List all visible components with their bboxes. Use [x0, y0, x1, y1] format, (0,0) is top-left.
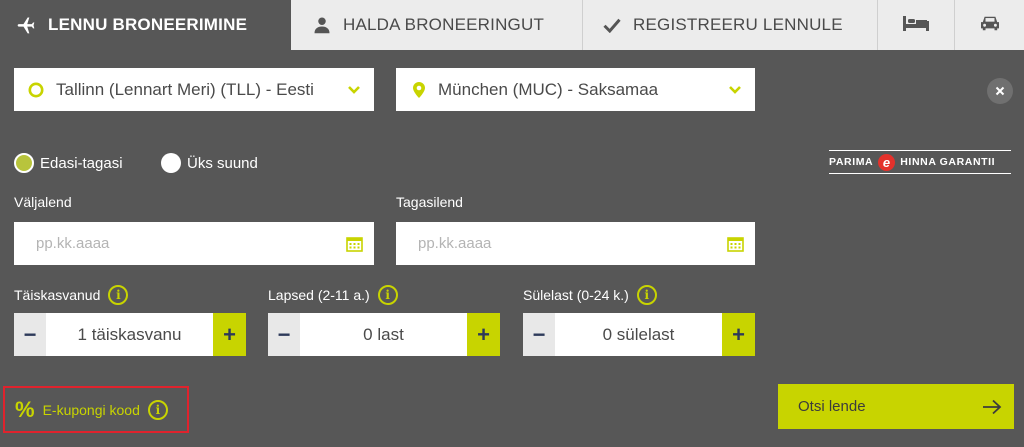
booking-tabs: LENNU BRONEERIMINE HALDA BRONEERINGUT RE… [0, 0, 1024, 50]
airplane-icon [16, 15, 36, 35]
radio-one-way[interactable]: Üks suund [161, 153, 258, 173]
tab-hotel[interactable] [878, 0, 955, 50]
origin-circle-icon [28, 82, 44, 98]
tab-book-flight-label: LENNU BRONEERIMINE [48, 15, 248, 34]
estonian-air-logo-icon: e [878, 153, 896, 171]
return-date-input[interactable]: pp.kk.aaaa [396, 222, 755, 265]
children-decrement-button[interactable]: − [268, 313, 300, 356]
info-icon[interactable]: i [108, 285, 129, 305]
calendar-icon[interactable] [334, 236, 374, 252]
return-date-label: Tagasilend [396, 194, 463, 210]
return-date-placeholder: pp.kk.aaaa [418, 235, 492, 252]
round-trip-label: Edasi-tagasi [40, 154, 123, 172]
adults-label-row: Täiskasvanud i [14, 285, 129, 305]
tab-car[interactable] [955, 0, 1024, 50]
car-icon [979, 14, 1001, 37]
info-icon[interactable]: i [147, 399, 168, 420]
adults-label: Täiskasvanud [14, 287, 101, 303]
children-increment-button[interactable]: + [467, 313, 500, 356]
radio-selected-icon [14, 153, 34, 173]
percent-icon: % [15, 396, 35, 422]
best-price-guarantee-badge: PARIMA e HINNA GARANTII [829, 147, 1011, 177]
bed-icon [902, 14, 930, 37]
one-way-label: Üks suund [187, 154, 258, 172]
tab-check-in[interactable]: REGISTREERU LENNULE [583, 0, 878, 50]
chevron-down-icon [715, 85, 755, 95]
adults-decrement-button[interactable]: − [14, 313, 46, 356]
infants-decrement-button[interactable]: − [523, 313, 555, 356]
badge-word-2: HINNA GARANTII [900, 156, 996, 168]
calendar-icon[interactable] [715, 236, 755, 252]
infants-label-row: Sülelast (0-24 k.) i [523, 285, 657, 305]
checkmark-icon [603, 17, 621, 33]
infants-label: Sülelast (0-24 k.) [523, 287, 629, 303]
badge-word-1: PARIMA [829, 156, 874, 168]
children-stepper: − 0 last + [268, 313, 500, 356]
children-value: 0 last [300, 313, 467, 356]
coupon-code-link[interactable]: % E-kupongi kood i [3, 386, 189, 433]
tab-manage-booking-label: HALDA BRONEERINGUT [343, 15, 545, 34]
destination-select[interactable]: München (MUC) - Saksamaa [396, 68, 755, 111]
infants-value: 0 sülelast [555, 313, 722, 356]
close-icon[interactable] [987, 78, 1013, 104]
infants-increment-button[interactable]: + [722, 313, 755, 356]
depart-date-input[interactable]: pp.kk.aaaa [14, 222, 374, 265]
search-flights-button[interactable]: Otsi lende [778, 384, 1014, 429]
origin-select[interactable]: Tallinn (Lennart Meri) (TLL) - Eesti [14, 68, 374, 111]
depart-date-placeholder: pp.kk.aaaa [36, 235, 110, 252]
tab-book-flight[interactable]: LENNU BRONEERIMINE [0, 0, 291, 50]
info-icon[interactable]: i [636, 285, 657, 305]
origin-value: Tallinn (Lennart Meri) (TLL) - Eesti [56, 79, 314, 99]
search-flights-label: Otsi lende [798, 398, 866, 415]
radio-unselected-icon [161, 153, 181, 173]
coupon-label: E-kupongi kood [42, 401, 140, 418]
depart-date-label: Väljalend [14, 194, 72, 210]
infants-stepper: − 0 sülelast + [523, 313, 755, 356]
radio-round-trip[interactable]: Edasi-tagasi [14, 153, 123, 173]
children-label: Lapsed (2-11 a.) [268, 287, 370, 303]
adults-value: 1 täiskasvanu [46, 313, 213, 356]
arrow-right-icon [970, 399, 1014, 415]
tab-check-in-label: REGISTREERU LENNULE [633, 15, 843, 34]
user-icon [313, 16, 331, 34]
destination-value: München (MUC) - Saksamaa [438, 79, 659, 99]
adults-increment-button[interactable]: + [213, 313, 246, 356]
children-label-row: Lapsed (2-11 a.) i [268, 285, 398, 305]
location-pin-icon [412, 81, 426, 99]
chevron-down-icon [334, 85, 374, 95]
info-icon[interactable]: i [377, 285, 398, 305]
adults-stepper: − 1 täiskasvanu + [14, 313, 246, 356]
tab-manage-booking[interactable]: HALDA BRONEERINGUT [291, 0, 583, 50]
